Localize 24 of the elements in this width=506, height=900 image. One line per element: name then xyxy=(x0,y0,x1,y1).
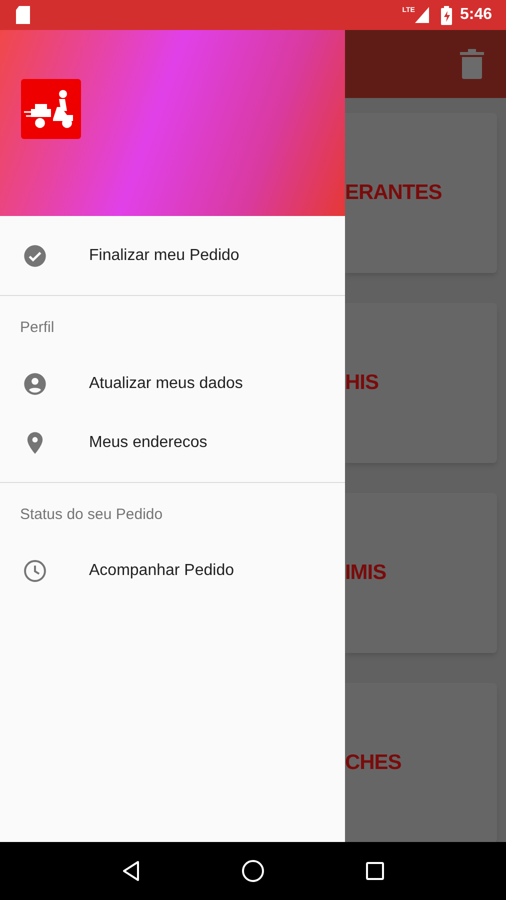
category-title: HIS xyxy=(345,370,378,396)
battery-charging-icon xyxy=(440,6,452,24)
drawer-item-label: Atualizar meus dados xyxy=(89,374,243,394)
person-circle-icon xyxy=(22,370,48,396)
category-title: IMIS xyxy=(345,560,386,586)
drawer-item[interactable]: Finalizar meu Pedido xyxy=(0,226,345,285)
drawer-item[interactable]: Acompanhar Pedido xyxy=(0,541,345,600)
section-header: Status do seu Pedido xyxy=(20,504,163,525)
sd-card-icon xyxy=(14,5,32,25)
drawer-item-label: Meus enderecos xyxy=(89,432,208,452)
check-circle-icon xyxy=(22,242,48,268)
drawer-item-label: Acompanhar Pedido xyxy=(89,560,234,580)
drawer-item[interactable]: Atualizar meus dados xyxy=(0,354,345,413)
drawer-item-label: Finalizar meu Pedido xyxy=(89,246,240,266)
home-icon[interactable] xyxy=(241,859,265,883)
signal-icon xyxy=(414,7,429,23)
clock-icon xyxy=(22,558,48,584)
recents-icon[interactable] xyxy=(363,859,387,883)
section-header: Perfil xyxy=(20,318,54,338)
scooter-delivery-logo-icon xyxy=(21,79,81,139)
clock-time: 5:46 xyxy=(460,5,492,25)
category-title: CHES xyxy=(345,750,402,776)
drawer-item[interactable]: Meus enderecos xyxy=(0,413,345,472)
category-title: ERANTES xyxy=(345,180,442,206)
